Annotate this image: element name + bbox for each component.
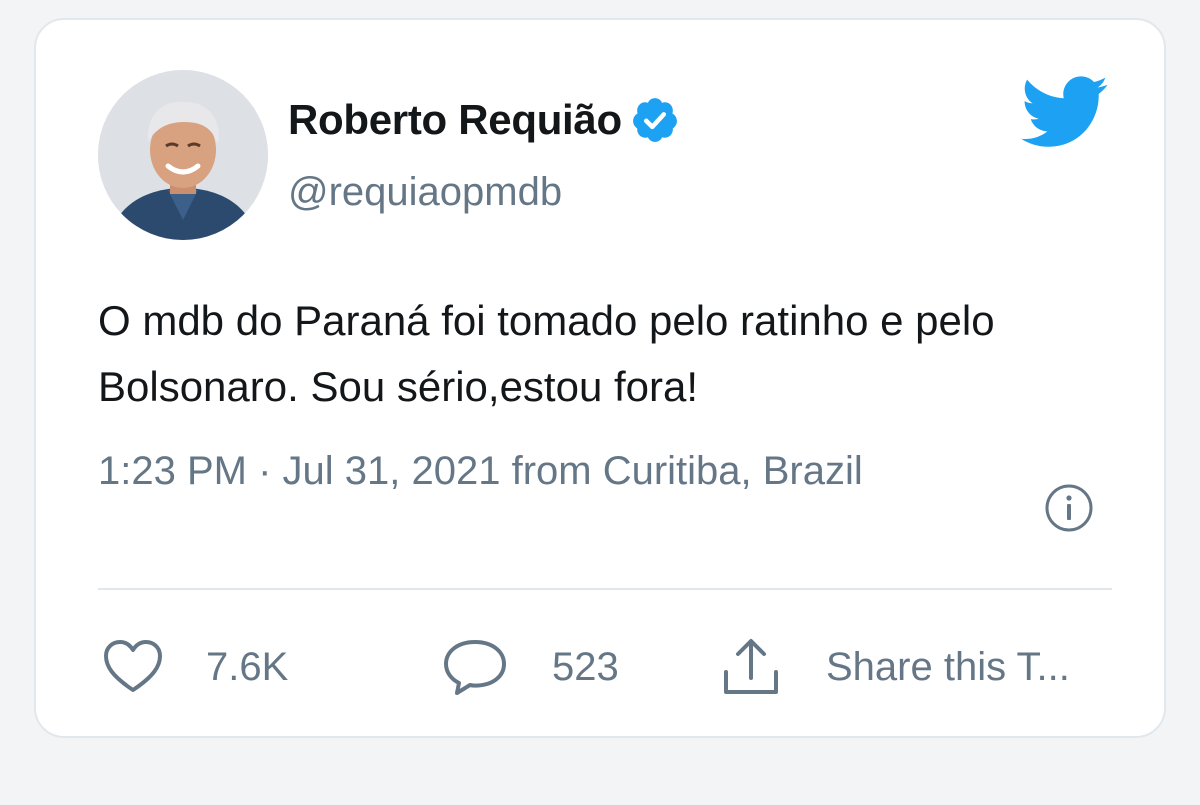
like-count: 7.6K	[206, 644, 289, 689]
like-button[interactable]: 7.6K	[102, 632, 288, 702]
reply-count: 523	[552, 644, 619, 689]
verified-badge-icon	[632, 98, 677, 142]
author-name-row[interactable]: Roberto Requião	[288, 92, 680, 148]
share-label: Share this T...	[826, 644, 1070, 689]
divider	[98, 588, 1112, 590]
tweet-timestamp[interactable]: 1:23 PM · Jul 31, 2021 from Curitiba, Br…	[98, 438, 998, 504]
share-icon	[724, 639, 778, 694]
twitter-bird-icon[interactable]	[1021, 76, 1109, 148]
reply-bubble-icon	[444, 640, 506, 695]
share-button[interactable]: Share this T...	[720, 632, 1070, 702]
tweet-card: Roberto Requião @requiaopmdb O mdb do Pa…	[34, 18, 1166, 738]
author-display-name[interactable]: Roberto Requião	[288, 96, 622, 144]
avatar[interactable]	[98, 70, 268, 240]
tweet-text: O mdb do Paraná foi tomado pelo ratinho …	[98, 297, 995, 410]
action-bar: 7.6K 523 Share this T...	[102, 632, 1122, 702]
author-handle[interactable]: @requiaopmdb	[288, 170, 562, 215]
info-icon[interactable]	[1043, 482, 1095, 534]
reply-button[interactable]: 523	[442, 632, 619, 702]
heart-icon	[104, 640, 162, 692]
